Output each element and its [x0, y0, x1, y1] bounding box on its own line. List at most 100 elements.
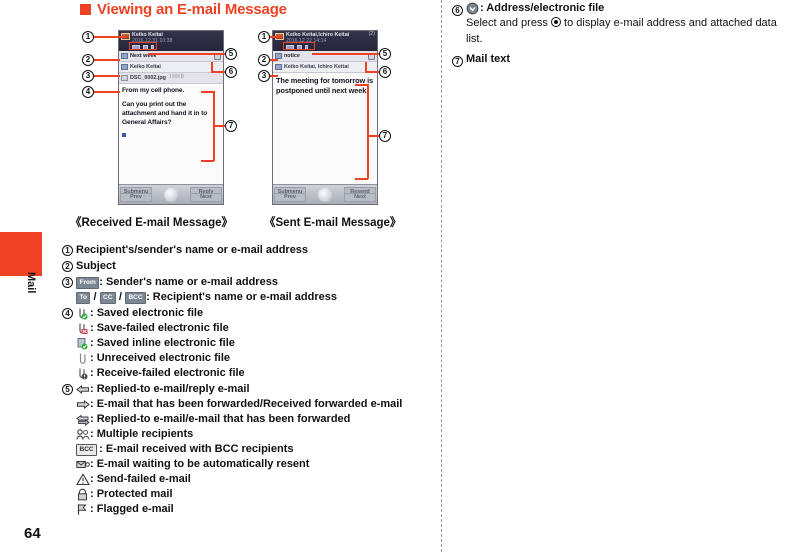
received-attachment-size: 196KB	[168, 74, 184, 81]
callout-6-sent: 6	[379, 66, 391, 78]
unreceived-file-icon	[76, 352, 89, 365]
callout-3-received: 3	[82, 70, 94, 82]
right-item-6-title: : Address/electronic file	[480, 2, 605, 14]
legend-item-4-line-2: : Saved inline electronic file	[76, 336, 245, 351]
leader-line	[270, 36, 282, 38]
legend-text: : E-mail received with BCC recipients	[99, 443, 294, 455]
leader-line	[211, 62, 213, 72]
callout-1-sent: 1	[258, 31, 270, 43]
callout-2-sent: 2	[258, 54, 270, 66]
desc-before: Select and press	[466, 17, 551, 29]
leader-line	[355, 84, 368, 86]
leader-line	[213, 91, 215, 161]
leader-line	[270, 59, 278, 61]
leader-line	[94, 59, 120, 61]
flagged-mail-icon	[76, 503, 89, 516]
right-item-7: 7 Mail text	[452, 52, 792, 67]
legend-text: : Flagged e-mail	[90, 503, 174, 515]
legend-item-5-line-2: : Replied-to e-mail/e-mail that has been…	[76, 412, 402, 427]
sent-subject-text: notice	[284, 52, 300, 59]
section-tab-marker	[0, 232, 42, 276]
received-address-text: Keiko Keitai	[130, 63, 161, 70]
callout-5-sent: 5	[379, 48, 391, 60]
legend-number: 4	[62, 306, 76, 321]
sent-address-row[interactable]: Keiko Keitai, Ichiro Keitai	[273, 62, 377, 73]
softkey-prev[interactable]: Prev	[274, 192, 306, 202]
multiple-recipients-icon	[76, 428, 90, 441]
legend-item-5-line-4: BCC : E-mail received with BCC recipient…	[76, 442, 402, 457]
text-cursor	[122, 132, 126, 137]
legend-item-3: 3 From : Sender's name or e-mail address…	[62, 275, 434, 305]
softkey-next[interactable]: Next	[344, 192, 376, 202]
legend-item-5-line-6: : Send-failed e-mail	[76, 472, 402, 487]
leader-line	[367, 84, 369, 179]
save-failed-file-icon	[76, 322, 89, 335]
from-chip-icon: From	[76, 276, 100, 289]
legend-text: : Receive-failed electronic file	[90, 367, 245, 379]
center-key-icon	[551, 17, 561, 27]
page-title: Viewing an E-mail Message	[80, 1, 287, 18]
sent-recipient-count: (2)	[368, 31, 375, 37]
received-attachment-name: DSC_0002.jpg	[130, 74, 166, 81]
section-tab-label: Mail	[25, 272, 37, 294]
legend-item-3-from-text: : Sender's name or e-mail address	[99, 276, 278, 288]
leader-line	[201, 160, 214, 162]
leader-line	[213, 125, 225, 127]
reply-forward-arrow-icon	[76, 413, 90, 426]
sent-softkey-bar: Submenu Resend Prev Next	[273, 184, 377, 204]
leader-line	[355, 178, 368, 180]
legend-item-4-line-3: : Unreceived electronic file	[76, 351, 245, 366]
legend-item-5-line-5: : E-mail waiting to be automatically res…	[76, 457, 402, 472]
sent-address-text: Keiko Keitai, Ichiro Keitai	[284, 63, 349, 70]
right-column: 6 : Address/electronic file Select and p…	[452, 1, 792, 67]
callout-5-received: 5	[225, 48, 237, 60]
center-key[interactable]	[318, 187, 332, 202]
legend-item-1-text: Recipient's/sender's name or e-mail addr…	[76, 244, 309, 256]
receive-failed-file-icon	[76, 367, 89, 380]
callout-7-sent: 7	[379, 130, 391, 142]
softkey-prev[interactable]: Prev	[120, 192, 152, 202]
leader-line	[270, 75, 278, 77]
callout-4-received: 4	[82, 86, 94, 98]
legend-number: 2	[62, 259, 76, 274]
legend-item-2: 2 Subject	[62, 259, 434, 274]
legend-text: : E-mail waiting to be automatically res…	[90, 458, 310, 470]
center-key[interactable]	[164, 187, 178, 202]
page-title-text: Viewing an E-mail Message	[97, 1, 287, 18]
leader-line	[211, 71, 225, 73]
leader-line	[312, 53, 379, 55]
bcc-chip-icon: BCC	[124, 291, 147, 304]
received-softkey-bar: Submenu Reply Prev Next	[119, 184, 223, 204]
legend-text: : E-mail that has been forwarded/Receive…	[90, 398, 403, 410]
forward-arrow-icon	[76, 398, 90, 411]
received-address-row[interactable]: Keiko Keitai	[119, 62, 223, 73]
received-attachment-row[interactable]: DSC_0002.jpg 196KB	[119, 73, 223, 84]
legend-text: : Send-failed e-mail	[90, 473, 191, 485]
legend-text: : Replied-to e-mail/e-mail that has been…	[90, 413, 351, 425]
saved-file-icon	[76, 307, 89, 320]
subject-icon	[121, 53, 128, 59]
callout-1-received: 1	[82, 31, 94, 43]
from-address-icon	[121, 64, 128, 70]
callout-2-received: 2	[82, 54, 94, 66]
legend-item-5: 5 : Replied-to e-mail/reply e-mail : E-m…	[62, 382, 434, 517]
send-failed-icon	[76, 473, 90, 486]
leader-line	[148, 53, 225, 55]
page-number: 64	[24, 525, 41, 542]
legend-text: : Save-failed electronic file	[90, 322, 229, 334]
legend-item-4-line-0: : Saved electronic file	[76, 306, 245, 321]
caption-received: 《Received E-mail Message》	[70, 217, 233, 229]
reply-arrow-icon	[76, 383, 89, 396]
leader-line	[94, 75, 120, 77]
received-mail-text: From my cell phone. Can you print out th…	[119, 84, 223, 196]
legend-item-3-to-text: : Recipient's name or e-mail address	[146, 291, 337, 303]
legend-item-5-line-7: : Protected mail	[76, 487, 402, 502]
legend-item-4-line-1: : Save-failed electronic file	[76, 321, 245, 336]
callout-number-7: 7	[452, 52, 466, 67]
separator-slash-1: /	[93, 291, 97, 303]
received-body-line-2: Can you print out the attachment and han…	[122, 100, 208, 126]
softkey-next[interactable]: Next	[190, 192, 222, 202]
legend-text: : Replied-to e-mail/reply e-mail	[90, 383, 250, 395]
leader-line	[365, 62, 367, 72]
highlight-box-status-icons	[129, 42, 157, 50]
